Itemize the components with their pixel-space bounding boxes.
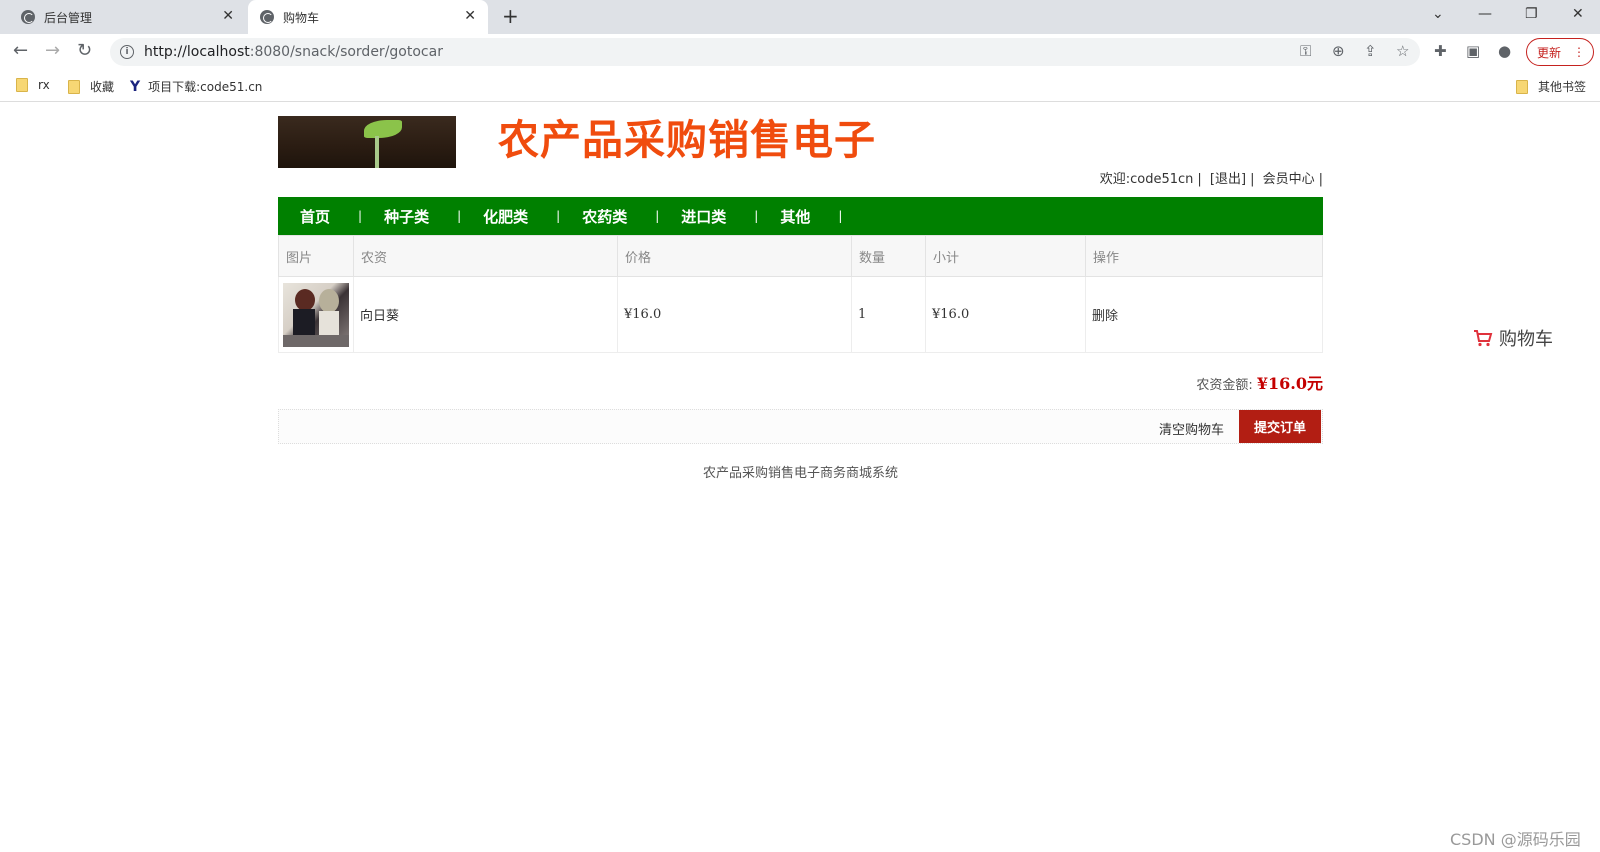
site-logo[interactable] — [278, 116, 456, 168]
bookmark-favorites[interactable]: 收藏 — [68, 78, 114, 95]
figure-head — [295, 288, 315, 311]
y-logo-icon: Y — [130, 78, 141, 95]
key-icon[interactable]: ⚿ — [1300, 43, 1311, 59]
close-tab-icon[interactable]: ✕ — [222, 9, 234, 23]
browser-toolbar: ← → ↻ i http://localhost :8080/snack/sor… — [0, 34, 1600, 70]
restore-icon[interactable]: ❐ — [1525, 6, 1538, 22]
nav-separator: | — [457, 209, 462, 223]
bookmark-label: 收藏 — [90, 80, 115, 94]
close-tab-icon[interactable]: ✕ — [464, 9, 476, 23]
tab-admin[interactable]: 后台管理 ✕ — [0, 0, 246, 34]
col-header-quantity: 数量 — [851, 235, 926, 277]
nav-separator: | — [358, 209, 363, 223]
table-header-row: 图片 农资 价格 数量 小计 操作 — [278, 235, 1323, 277]
total-label: 农资金额: — [1196, 378, 1253, 393]
url-path: :8080/snack/sorder/gotocar — [249, 44, 443, 60]
site-title: 农产品采购销售电子 — [498, 117, 876, 163]
logout-link[interactable]: [退出] — [1210, 172, 1246, 187]
submit-order-button[interactable]: 提交订单 — [1239, 410, 1321, 443]
clear-cart-link[interactable]: 清空购物车 — [1159, 419, 1224, 438]
browser-tab-bar: 后台管理 ✕ 购物车 ✕ + ⌄ — ❐ ✕ — [0, 0, 1600, 34]
col-header-action: 操作 — [1085, 235, 1323, 277]
figure-floor — [283, 334, 349, 347]
figure-body — [293, 308, 315, 337]
figure-head — [319, 288, 339, 313]
info-icon[interactable]: i — [120, 45, 134, 59]
cart-table: 图片 农资 价格 数量 小计 操作 向日葵 ¥16.0 1 ¥16.0 删除 — [278, 235, 1323, 353]
cart-total: 农资金额: ¥16.0元 — [1196, 370, 1323, 394]
nav-separator: | — [754, 209, 759, 223]
profile-icon[interactable]: ● — [1498, 43, 1511, 59]
cart-icon — [1474, 330, 1493, 347]
url-host: http://localhost — [144, 44, 250, 60]
extensions-icon[interactable]: ✚ — [1434, 43, 1447, 59]
cell-product-name: 向日葵 — [353, 276, 618, 353]
total-amount: ¥16.0元 — [1256, 374, 1323, 393]
footer-text: 农产品采购销售电子商务商城系统 — [702, 466, 898, 481]
delete-link[interactable]: 删除 — [1085, 276, 1323, 353]
reload-icon[interactable]: ↻ — [77, 42, 92, 60]
bookmark-label: rx — [38, 78, 50, 92]
col-header-price: 价格 — [617, 235, 852, 277]
floating-cart-link[interactable]: 购物车 — [1473, 325, 1553, 351]
nav-item-home[interactable]: 首页 — [278, 206, 330, 227]
folder-icon — [68, 79, 80, 94]
cell-subtotal: ¥16.0 — [925, 276, 1086, 353]
sprout-leaf — [364, 120, 402, 138]
tab-search-icon[interactable]: ⌄ — [1432, 6, 1444, 22]
new-tab-icon[interactable]: + — [502, 6, 519, 26]
cell-price: ¥16.0 — [617, 276, 852, 353]
bookmark-rx[interactable]: rx — [16, 78, 50, 92]
address-bar[interactable]: i http://localhost :8080/snack/sorder/go… — [110, 38, 1420, 66]
watermark: CSDN @源码乐园 — [1450, 830, 1581, 849]
folder-icon — [1516, 79, 1528, 94]
cell-quantity[interactable]: 1 — [851, 276, 926, 353]
cart-action-bar: 清空购物车 提交订单 — [278, 409, 1323, 444]
col-header-image: 图片 — [278, 235, 354, 277]
member-center-link[interactable]: 会员中心 — [1263, 172, 1315, 187]
col-header-subtotal: 小计 — [925, 235, 1086, 277]
nav-item-fertilizer[interactable]: 化肥类 — [461, 206, 528, 227]
cell-image — [278, 276, 354, 353]
nav-item-seeds[interactable]: 种子类 — [362, 206, 429, 227]
bookmark-label: 项目下载:code51.cn — [148, 80, 263, 94]
main-nav: 首页 | 种子类 | 化肥类 | 农药类 | 进口类 | 其他 | — [278, 197, 1323, 235]
nav-item-imported[interactable]: 进口类 — [659, 206, 726, 227]
user-bar: 欢迎:code51cn | [退出] | 会员中心 | — [1099, 172, 1323, 187]
minimize-icon[interactable]: — — [1478, 6, 1492, 22]
bookmarks-bar: rx 收藏 Y 项目下载:code51.cn 其他书签 — [0, 70, 1600, 102]
floating-cart-label: 购物车 — [1499, 329, 1553, 350]
bookmark-label: 其他书签 — [1538, 80, 1587, 94]
share-icon[interactable]: ⇪ — [1364, 43, 1377, 59]
folder-icon — [16, 78, 28, 92]
side-panel-icon[interactable]: ▣ — [1466, 43, 1480, 59]
sprout-stem — [375, 136, 379, 168]
forward-icon[interactable]: → — [45, 42, 60, 60]
star-icon[interactable]: ☆ — [1396, 43, 1409, 59]
update-label: 更新 — [1537, 45, 1562, 60]
globe-icon — [260, 10, 274, 24]
menu-icon[interactable]: ⋮ — [1573, 45, 1585, 59]
welcome-text: 欢迎:code51cn — [1099, 172, 1194, 187]
bookmark-other[interactable]: 其他书签 — [1516, 78, 1586, 95]
table-row: 向日葵 ¥16.0 1 ¥16.0 删除 — [278, 276, 1323, 353]
col-header-product: 农资 — [353, 235, 618, 277]
zoom-icon[interactable]: ⊕ — [1332, 43, 1345, 59]
bookmark-code51[interactable]: Y 项目下载:code51.cn — [130, 78, 262, 95]
nav-separator: | — [838, 209, 843, 223]
tab-title: 后台管理 — [44, 10, 93, 25]
back-icon[interactable]: ← — [13, 42, 28, 60]
close-window-icon[interactable]: ✕ — [1572, 6, 1584, 22]
globe-icon — [21, 10, 35, 24]
nav-separator: | — [556, 209, 561, 223]
figure-body — [319, 310, 339, 337]
nav-item-pesticide[interactable]: 农药类 — [560, 206, 627, 227]
nav-item-other[interactable]: 其他 — [758, 206, 810, 227]
product-thumbnail[interactable] — [283, 282, 349, 347]
tab-title: 购物车 — [283, 10, 320, 25]
nav-separator: | — [655, 209, 660, 223]
tab-cart[interactable]: 购物车 ✕ — [248, 0, 488, 34]
update-button[interactable]: 更新 ⋮ — [1526, 38, 1594, 66]
